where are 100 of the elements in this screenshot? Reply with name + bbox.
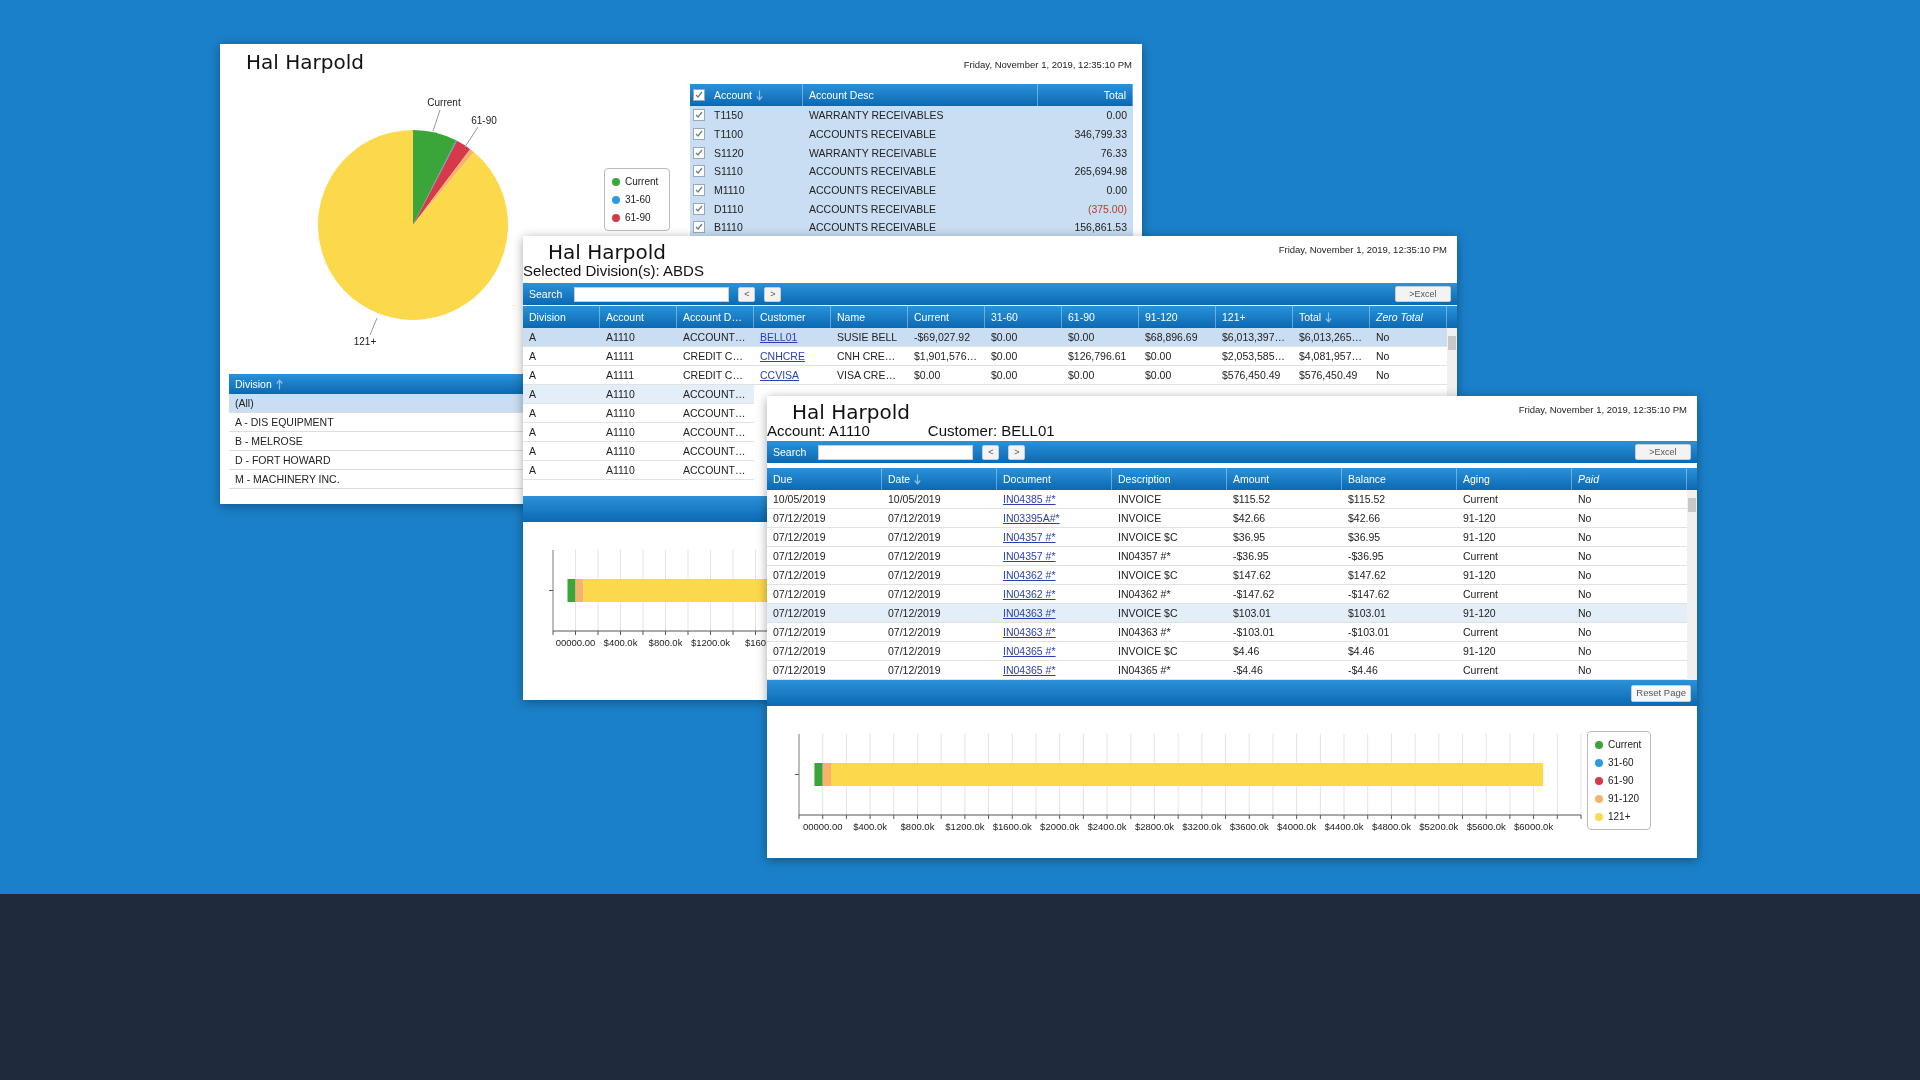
axis-label: $5200.0k [1419, 821, 1459, 832]
table-cell-text: $0.00 [990, 349, 1019, 364]
export-button[interactable]: >Excel [1395, 286, 1451, 302]
table-row[interactable]: 07/12/2019 07/12/2019 IN04362 #* INVOICE $C $147.62 $147.62 91-120 No [767, 566, 1687, 585]
link[interactable]: IN04365 #* [997, 661, 1112, 679]
table-cell-text: 91-120 [1462, 511, 1497, 526]
checkbox[interactable] [693, 202, 705, 215]
previous-button[interactable]: < [738, 286, 756, 302]
list-item[interactable]: (All) [229, 394, 523, 413]
link[interactable]: BELL01 [754, 328, 831, 346]
table-cell-text: Current [1462, 625, 1499, 640]
table-cell-text: $0.00 [1144, 368, 1173, 383]
table-row[interactable]: A A1111 CREDIT C… CCVISA VISA CRE… $0.00 $0.00 $0.00 $0.00 $576,450.49 $576,450.49 No [523, 366, 1447, 385]
link[interactable]: IN04362 #* [997, 585, 1112, 603]
checkbox[interactable] [693, 184, 705, 197]
checkbox[interactable] [693, 165, 705, 178]
link[interactable]: IN04363 #* [997, 623, 1112, 641]
table-cell-text: $115.52 [1347, 492, 1387, 507]
table-row[interactable]: D1110 ACCOUNTS RECEIVABLE (375.00) [690, 199, 1133, 219]
axis-label: $400.0k [603, 637, 638, 648]
table-cell-text: 91-120 [1462, 606, 1497, 621]
table-cell-text: 07/12/2019 [887, 587, 942, 602]
link[interactable]: IN04357 #* [997, 528, 1112, 546]
axis-label: $2000.0k [1040, 821, 1080, 832]
legend-label: 91-120 [1608, 792, 1640, 805]
table-cell-text: $42.66 [1232, 511, 1267, 526]
table-row[interactable]: 07/12/2019 07/12/2019 IN04363 #* IN04363 #* -$103.01 -$103.01 Current No [767, 623, 1687, 642]
table-row[interactable]: 07/12/2019 07/12/2019 IN04365 #* INVOICE $C $4.46 $4.46 91-120 No [767, 642, 1687, 661]
link[interactable]: IN04362 #* [997, 566, 1112, 584]
legend-label: 31-60 [625, 193, 651, 206]
table-row[interactable]: A A1110 ACCOUNT… [523, 461, 754, 480]
table-cell-text: No [1577, 568, 1593, 583]
table-row[interactable]: 07/12/2019 07/12/2019 IN04363 #* INVOICE $C $103.01 $103.01 91-120 No [767, 604, 1687, 623]
previous-button[interactable]: < [982, 444, 1000, 460]
table-cell-text: 07/12/2019 [772, 511, 827, 526]
table-cell-text: 76.33 [1099, 145, 1128, 161]
table-row[interactable]: 07/12/2019 07/12/2019 IN04365 #* IN04365 #* -$4.46 -$4.46 Current No [767, 661, 1687, 680]
axis-label: $800.0k [900, 821, 935, 832]
table-cell-text: 0.00 [1105, 183, 1128, 199]
legend-label: 121+ [1608, 810, 1631, 823]
link[interactable]: CCVISA [754, 366, 831, 384]
column-header[interactable]: Division [229, 374, 523, 394]
table-cell-text: CREDIT C… [682, 349, 744, 364]
table-row[interactable]: 07/12/2019 07/12/2019 IN03395A#* INVOICE $42.66 $42.66 91-120 No [767, 509, 1687, 528]
search-field[interactable] [574, 286, 730, 302]
table-row[interactable]: 10/05/2019 10/05/2019 IN04385 #* INVOICE $115.52 $115.52 Current No [767, 490, 1687, 509]
table-row[interactable]: A A1110 ACCOUNT… [523, 423, 754, 442]
table-cell-text: ACCOUNTS RECEIVABLE [808, 164, 937, 180]
sort-arrow-icon [914, 473, 922, 485]
table-cell-text: $0.00 [1067, 330, 1096, 345]
table-cell-text: 07/12/2019 [772, 625, 827, 640]
table-cell-text: ACCOUNTS RECEIVABLE [808, 183, 937, 199]
axis-label: $1200.0k [690, 637, 731, 648]
table-row[interactable]: A A1110 ACCOUNT… [523, 404, 754, 423]
table-row[interactable]: A A1110 ACCOUNT… BELL01 SUSIE BELL -$69,027.92 $0.00 $0.00 $68,896.69 $6,013,397… $6,013,265… No [523, 328, 1447, 347]
search-field[interactable] [818, 444, 974, 460]
link[interactable]: IN04363 #* [997, 604, 1112, 622]
table-cell-text: 07/12/2019 [887, 663, 942, 678]
checkbox[interactable] [693, 221, 705, 234]
table-cell-text: B1110 [713, 220, 744, 236]
table-cell-text: No [1577, 606, 1593, 621]
table-row[interactable]: A A1110 ACCOUNT… [523, 385, 754, 404]
sort-arrow-icon [275, 378, 283, 390]
table-cell-text: A [528, 387, 537, 402]
checkbox[interactable] [693, 109, 705, 122]
table-row[interactable]: 07/12/2019 07/12/2019 IN04362 #* IN04362 #* -$147.62 -$147.62 Current No [767, 585, 1687, 604]
customer-label: Customer: BELL01 [927, 423, 1055, 438]
next-button[interactable]: > [1008, 444, 1026, 460]
legend-label: Current [1608, 738, 1642, 751]
checkbox[interactable] [693, 146, 705, 159]
link[interactable]: IN03395A#* [997, 509, 1112, 527]
table-row[interactable]: 07/12/2019 07/12/2019 IN04357 #* IN04357 #* -$36.95 -$36.95 Current No [767, 547, 1687, 566]
table-row[interactable]: T1150 WARRANTY RECEIVABLES 0.00 [690, 106, 1133, 125]
link[interactable]: IN04357 #* [997, 547, 1112, 565]
scrollbar[interactable] [1687, 490, 1697, 680]
scrollbar[interactable] [1447, 328, 1457, 396]
axis-label: $6000.0k [1514, 821, 1554, 832]
timestamp: Friday, November 1, 2019, 12:35:10 PM [1518, 404, 1687, 417]
axis-label: $4400.0k [1324, 821, 1364, 832]
checkbox[interactable] [693, 128, 705, 141]
table-cell-text: 07/12/2019 [772, 568, 827, 583]
reset-button[interactable]: Reset Page [1631, 684, 1691, 702]
link[interactable]: IN04365 #* [997, 642, 1112, 660]
checkbox[interactable] [693, 89, 705, 101]
export-button[interactable]: >Excel [1635, 444, 1691, 460]
table-row[interactable]: 07/12/2019 07/12/2019 IN04357 #* INVOICE $C $36.95 $36.95 91-120 No [767, 528, 1687, 547]
table-row[interactable]: B1110 ACCOUNTS RECEIVABLE 156,861.53 [690, 218, 1133, 237]
table-row[interactable]: A A1110 ACCOUNT… [523, 442, 754, 461]
table-row[interactable]: S1110 ACCOUNTS RECEIVABLE 265,694.98 [690, 162, 1133, 181]
table-cell-text: Current [1462, 492, 1499, 507]
table-cell-text: No [1375, 368, 1391, 383]
link[interactable]: CNHCRE [754, 347, 831, 365]
next-button[interactable]: > [764, 286, 782, 302]
link[interactable]: IN04385 #* [997, 490, 1112, 508]
table-row[interactable]: A A1111 CREDIT C… CNHCRE CNH CRE… $1,901,576… $0.00 $126,796.61 $0.00 $2,053,585… $4,081,957… No [523, 347, 1447, 366]
table-row[interactable]: S1120 WARRANTY RECEIVABLE 76.33 [690, 143, 1133, 163]
table-cell-text: 07/12/2019 [772, 549, 827, 564]
table-cell-text: A1110 [605, 425, 636, 440]
table-cell-text: 07/12/2019 [772, 587, 827, 602]
table-cell-text: WARRANTY RECEIVABLE [808, 145, 938, 161]
